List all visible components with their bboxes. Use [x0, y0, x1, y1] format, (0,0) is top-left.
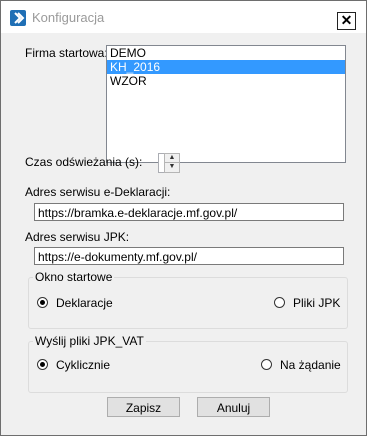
config-dialog: Konfiguracja ✕ Firma startowa: DEMO KH_2… [0, 0, 367, 436]
firma-label: Firma startowa: [25, 46, 108, 60]
edeklaracje-input[interactable]: https://bramka.e-deklaracje.mf.gov.pl/ [34, 203, 344, 221]
close-icon[interactable]: ✕ [337, 12, 356, 30]
na-zadanie-label[interactable]: Na żądanie [280, 358, 341, 372]
app-logo-icon [10, 10, 26, 26]
jpk-input[interactable]: https://e-dokumenty.mf.gov.pl/ [34, 247, 344, 265]
radio-deklaracje[interactable] [37, 297, 48, 308]
radio-na-zadanie[interactable] [261, 359, 272, 370]
wyslij-title: Wyślij pliki JPK_VAT [33, 334, 146, 348]
okno-startowe-title: Okno startowe [33, 270, 115, 284]
edeklaracje-label: Adres serwisu e-Deklaracji: [25, 185, 171, 199]
spin-down-icon[interactable]: ▼ [164, 162, 180, 173]
title-bar: Konfiguracja ✕ [1, 1, 366, 33]
cyklicznie-label[interactable]: Cyklicznie [56, 358, 110, 372]
radio-cyklicznie[interactable] [37, 359, 48, 370]
jpk-label: Adres serwisu JPK: [25, 230, 130, 244]
deklaracje-label[interactable]: Deklaracje [56, 296, 113, 310]
refresh-label: Czas odświeżania (s): [25, 155, 143, 169]
cancel-button[interactable]: Anuluj [197, 397, 270, 417]
list-item[interactable]: WZOR [107, 74, 345, 88]
list-item-selected[interactable]: KH_2016 [107, 60, 345, 74]
radio-pliki-jpk[interactable] [274, 297, 285, 308]
window-title: Konfiguracja [32, 10, 105, 25]
firma-listbox[interactable]: DEMO KH_2016 WZOR [106, 45, 346, 163]
save-button[interactable]: Zapisz [107, 397, 180, 417]
pliki-jpk-label[interactable]: Pliki JPK [293, 296, 340, 310]
list-item[interactable]: DEMO [107, 46, 345, 60]
